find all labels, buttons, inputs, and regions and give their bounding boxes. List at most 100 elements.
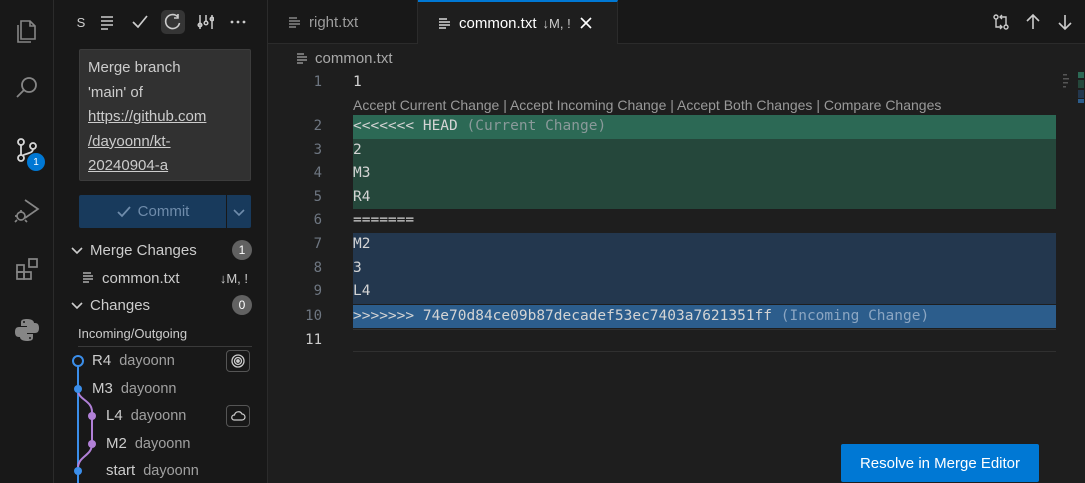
check-icon xyxy=(117,205,131,217)
graph-head-dot xyxy=(72,354,84,367)
code-line[interactable]: M3 xyxy=(353,162,1056,186)
run-debug-button[interactable] xyxy=(0,186,54,234)
commit-message-line: 'main' of xyxy=(88,83,143,101)
source-control-button[interactable]: 1 xyxy=(0,126,54,174)
line-number: 9 xyxy=(313,283,322,299)
file-text-icon xyxy=(297,52,307,64)
merge-changes-count: 1 xyxy=(232,240,252,260)
explorer-icon xyxy=(17,20,36,43)
graph-icon xyxy=(197,15,214,29)
previous-conflict-button[interactable] xyxy=(1023,12,1043,32)
commit-dropdown-button[interactable] xyxy=(227,195,251,228)
graph-commit-message: M3 xyxy=(92,380,113,397)
chevron-down-icon xyxy=(233,208,245,216)
graph-commit-author: dayoonn xyxy=(134,435,191,452)
next-conflict-button[interactable] xyxy=(1055,12,1075,32)
merge-file-item[interactable]: common.txt ↓M, ! xyxy=(54,266,268,290)
tab-common-txt[interactable]: common.txt ↓M, ! xyxy=(418,0,618,44)
line-number: 5 xyxy=(313,188,322,205)
graph-commit-row[interactable]: start dayoonn xyxy=(54,457,268,483)
code-line[interactable]: M2 xyxy=(353,233,1056,257)
open-changes-button[interactable] xyxy=(991,12,1011,32)
merge-changes-label: Merge Changes xyxy=(90,241,197,259)
graph-commit-row[interactable]: R4 dayoonn xyxy=(54,347,268,374)
tab-label: common.txt xyxy=(459,14,537,32)
scrollbar-conflict-markers[interactable] xyxy=(1070,70,1085,110)
graph-commit-author: dayoonn xyxy=(120,380,177,397)
run-debug-icon xyxy=(14,199,40,223)
conflict-separator[interactable]: ======= xyxy=(353,209,1056,233)
line-number: 10 xyxy=(305,307,322,324)
more-actions-button[interactable] xyxy=(226,10,250,34)
search-button[interactable] xyxy=(0,64,54,112)
code-line[interactable]: 1 xyxy=(353,71,1056,95)
code-annotation: (Incoming Change) xyxy=(780,307,930,324)
commit-check-button[interactable] xyxy=(128,10,152,34)
code-line[interactable]: R4 xyxy=(353,185,1056,209)
current-cursor-line[interactable] xyxy=(353,328,1056,352)
scm-toolbar: S xyxy=(54,0,268,44)
chevron-down-icon xyxy=(71,302,83,310)
file-text-icon xyxy=(439,17,450,29)
merge-changes-section[interactable]: Merge Changes 1 xyxy=(54,238,268,262)
cloud-button[interactable] xyxy=(226,404,250,427)
breadcrumb[interactable]: common.txt xyxy=(296,48,393,68)
source-control-sidebar: S Merge branch 'main' of https://github.… xyxy=(54,0,268,483)
explorer-button[interactable] xyxy=(0,6,54,54)
tab-label: right.txt xyxy=(309,13,359,31)
editor-actions xyxy=(991,0,1085,44)
target-button[interactable] xyxy=(226,349,250,372)
check-icon xyxy=(132,15,148,29)
line-number: 7 xyxy=(313,236,322,252)
python-button[interactable] xyxy=(0,306,54,354)
graph-commit-message: R4 xyxy=(92,352,112,369)
merge-file-name: common.txt xyxy=(102,269,180,287)
graph-commit-message: L4 xyxy=(106,407,123,424)
refresh-icon xyxy=(164,13,181,30)
file-text-icon xyxy=(289,16,300,28)
graph-commit-row[interactable]: M2 dayoonn xyxy=(54,430,268,457)
code-text: <<<<<<< HEAD xyxy=(353,118,458,134)
graph-commit-author: dayoonn xyxy=(143,462,199,479)
commit-message-link[interactable]: 20240904-a xyxy=(88,154,242,179)
python-icon xyxy=(15,319,39,341)
merge-file-status: ↓M, ! xyxy=(219,270,248,286)
resolve-in-merge-editor-button[interactable]: Resolve in Merge Editor xyxy=(841,444,1039,482)
code-line[interactable]: L4 xyxy=(353,280,1056,304)
code-annotation: (Current Change) xyxy=(466,118,607,134)
code-line[interactable]: 2 xyxy=(353,138,1056,162)
arrow-up-icon xyxy=(1026,13,1040,29)
commit-message-link[interactable]: https://github.com xyxy=(88,105,242,130)
graph-button[interactable] xyxy=(193,10,217,34)
graph-commit-row[interactable]: L4 dayoonn xyxy=(54,402,268,429)
file-text-icon xyxy=(83,272,93,283)
changes-count: 0 xyxy=(232,295,252,315)
tab-right-txt[interactable]: right.txt xyxy=(268,0,418,44)
activity-bar: 1 xyxy=(0,0,54,483)
conflict-current-header[interactable]: <<<<<<< HEAD (Current Change) xyxy=(353,115,1056,139)
conflict-incoming-header[interactable]: >>>>>>> 74e70d84ce09b87decadef53ec7403a7… xyxy=(353,304,1056,328)
close-icon[interactable] xyxy=(579,16,593,30)
changes-section[interactable]: Changes 0 xyxy=(54,293,268,317)
scm-title-letter: S xyxy=(76,14,86,30)
line-number: 4 xyxy=(313,165,322,181)
commit-button[interactable]: Commit xyxy=(79,195,226,228)
merge-conflict-codelens[interactable]: Accept Current Change | Accept Incoming … xyxy=(353,95,941,115)
graph-dot xyxy=(74,466,82,475)
line-number: 2 xyxy=(313,118,322,134)
tab-status: ↓M, ! xyxy=(542,15,571,31)
commit-message-input[interactable]: Merge branch 'main' of https://github.co… xyxy=(79,49,251,181)
breadcrumb-file: common.txt xyxy=(315,49,393,67)
line-number: 11 xyxy=(305,331,322,348)
refresh-button[interactable] xyxy=(161,10,185,34)
extensions-button[interactable] xyxy=(0,246,54,294)
commit-message-link[interactable]: /dayoonn/kt- xyxy=(88,130,242,155)
graph-dot xyxy=(74,384,82,393)
view-as-list-button[interactable] xyxy=(95,10,119,34)
line-number: 3 xyxy=(313,141,322,158)
graph-commit-author: dayoonn xyxy=(119,352,175,369)
cloud-icon xyxy=(231,410,246,421)
graph-commit-row[interactable]: M3 dayoonn xyxy=(54,375,268,402)
search-icon xyxy=(16,77,37,98)
code-line[interactable]: 3 xyxy=(353,256,1056,280)
